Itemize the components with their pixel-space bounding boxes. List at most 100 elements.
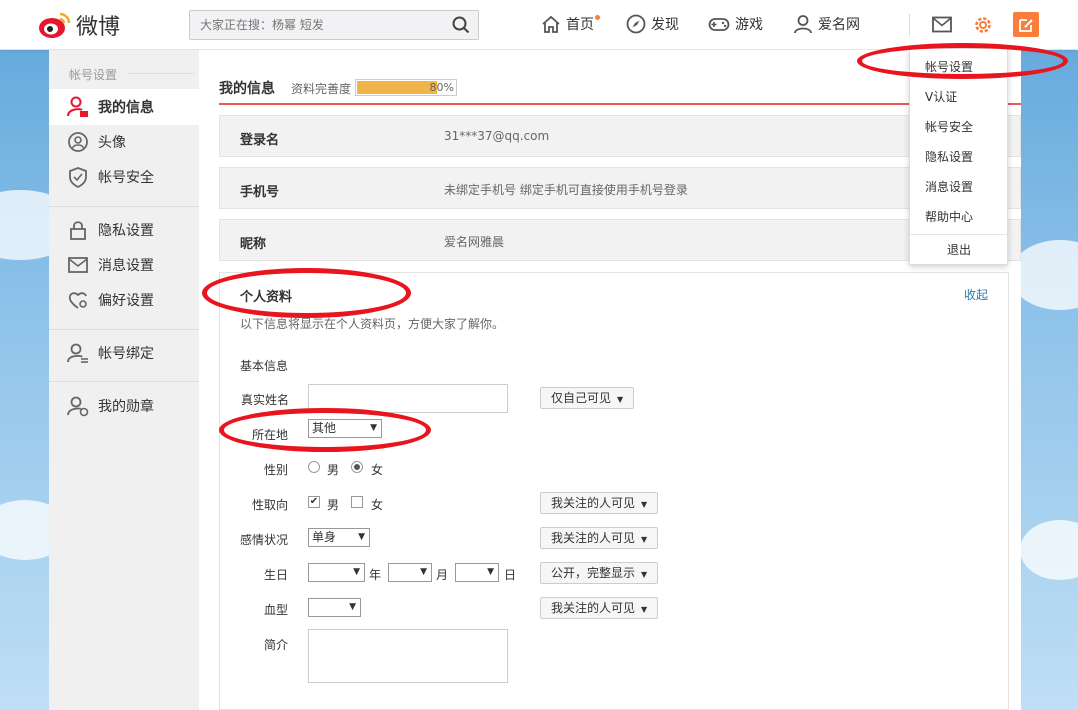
menu-item-logout[interactable]: 退出 (947, 241, 971, 258)
nav-home-label: 首页 (566, 17, 594, 33)
blood-type-select[interactable]: ▼ (308, 598, 361, 617)
blood-visibility-select[interactable]: 我关注的人可见 ▼ (540, 597, 659, 619)
birth-month-select[interactable]: ▼ (388, 563, 432, 582)
gender-female-label: 女 (371, 463, 384, 477)
menu-item-help[interactable]: 帮助中心 (925, 208, 973, 225)
menu-item-account-security[interactable]: 帐号安全 (925, 118, 973, 135)
birthday-visibility-select[interactable]: 公开，完整显示 ▼ (540, 562, 659, 584)
background-cloud (1020, 520, 1078, 580)
sidebar-item-messages[interactable]: 消息设置 (49, 247, 199, 283)
nav-discover-label: 发现 (651, 17, 679, 33)
top-bar: 微博 首页 发现 游戏 爱名 (0, 0, 1078, 50)
menu-divider (910, 234, 1009, 235)
nav-discover[interactable]: 发现 (626, 14, 679, 34)
gender-label: 性别 (263, 463, 288, 477)
home-icon (542, 15, 560, 33)
gear-icon[interactable] (972, 14, 994, 36)
nav-divider (909, 14, 910, 36)
search-box (189, 10, 479, 40)
day-unit: 日 (504, 568, 517, 582)
gamepad-icon (708, 18, 730, 31)
login-name-row: 登录名 31***37@qq.com (219, 115, 1021, 157)
message-icon (68, 257, 88, 273)
bio-textarea[interactable] (308, 629, 508, 683)
menu-item-messages[interactable]: 消息设置 (925, 178, 973, 195)
relationship-label: 感情状况 (239, 533, 288, 547)
completeness-progress-bar: 80% (355, 79, 457, 96)
logo-text: 微博 (76, 15, 121, 40)
collapse-link[interactable]: 收起 (964, 286, 988, 303)
sidebar-item-my-info[interactable]: 我的信息 (49, 89, 199, 125)
sidebar-item-account-security[interactable]: 帐号安全 (49, 159, 199, 195)
annotation-oval (857, 43, 1068, 79)
sidebar-item-privacy[interactable]: 隐私设置 (49, 212, 199, 248)
personal-profile-panel: 个人资料 收起 以下信息将显示在个人资料页，方便大家了解你。 基本信息 真实姓名… (219, 272, 1009, 710)
title-underline (219, 103, 1021, 105)
phone-row: 手机号 未绑定手机号 绑定手机可直接使用手机号登录 (219, 167, 1021, 209)
search-input[interactable] (190, 11, 440, 39)
login-name-value: 31***37@qq.com (444, 129, 550, 143)
compass-icon (626, 14, 646, 34)
phone-value: 未绑定手机号 绑定手机可直接使用手机号登录 (444, 183, 688, 197)
orientation-label: 性取向 (251, 498, 288, 512)
orientation-female-label: 女 (371, 498, 384, 512)
nav-user-label: 爱名网 (818, 17, 860, 33)
heart-gear-icon (68, 292, 87, 309)
gender-male-label: 男 (327, 463, 340, 477)
sidebar-item-binding[interactable]: 帐号绑定 (49, 335, 199, 371)
nav-home[interactable]: 首页 (541, 14, 594, 34)
menu-item-v-verify[interactable]: V认证 (925, 88, 957, 105)
mail-icon[interactable] (932, 16, 952, 33)
orientation-visibility-select[interactable]: 我关注的人可见 ▼ (540, 492, 659, 514)
sidebar-item-preferences[interactable]: 偏好设置 (49, 282, 199, 318)
nav-games-label: 游戏 (735, 17, 763, 33)
sidebar-item-avatar[interactable]: 头像 (49, 124, 199, 160)
orientation-male-label: 男 (327, 498, 340, 512)
relationship-visibility-select[interactable]: 我关注的人可见 ▼ (540, 527, 659, 549)
phone-label: 手机号 (240, 185, 280, 200)
user-lock-icon (67, 96, 88, 117)
weibo-logo[interactable]: 微博 (38, 9, 120, 41)
nickname-row: 昵称 爱名网雅晨 (219, 219, 1021, 261)
bio-label: 简介 (263, 638, 288, 652)
avatar-icon (68, 132, 88, 152)
annotation-oval (219, 408, 431, 452)
nav-user[interactable]: 爱名网 (793, 14, 860, 34)
sidebar-item-medals[interactable]: 我的勋章 (49, 388, 199, 424)
lock-icon (70, 221, 86, 240)
menu-item-privacy[interactable]: 隐私设置 (925, 148, 973, 165)
gender-male-radio[interactable] (308, 461, 320, 473)
user-link-icon (67, 343, 88, 363)
birth-year-select[interactable]: ▼ (308, 563, 365, 582)
progress-text: 80% (429, 81, 454, 94)
nickname-label: 昵称 (240, 237, 267, 252)
main-content: 我的信息 资料完善度 80% 登录名 31***37@qq.com 手机号 未绑… (199, 50, 1021, 710)
year-unit: 年 (369, 568, 382, 582)
progress-fill (357, 81, 437, 94)
sidebar-divider (49, 381, 199, 382)
nav-games[interactable]: 游戏 (708, 14, 763, 34)
search-icon[interactable] (452, 16, 470, 34)
medal-user-icon (67, 396, 89, 417)
sidebar-divider (49, 206, 199, 207)
profile-description: 以下信息将显示在个人资料页，方便大家了解你。 (240, 317, 505, 331)
real-name-visibility-select[interactable]: 仅自己可见 ▼ (540, 387, 635, 409)
settings-dropdown-menu: 帐号设置 V认证 帐号安全 隐私设置 消息设置 帮助中心 退出 (909, 48, 1009, 265)
edit-icon (1019, 18, 1033, 32)
compose-button[interactable] (1013, 12, 1039, 37)
page-title: 我的信息 (219, 81, 275, 97)
annotation-oval (202, 268, 411, 318)
notification-dot (595, 15, 600, 20)
sidebar-title-line (127, 73, 195, 74)
blood-type-label: 血型 (263, 603, 288, 617)
login-name-label: 登录名 (240, 133, 280, 148)
orientation-female-checkbox[interactable] (351, 496, 363, 508)
shield-icon (69, 167, 87, 188)
orientation-male-checkbox[interactable]: ✔ (308, 496, 320, 508)
gender-female-radio[interactable] (351, 461, 363, 473)
birth-day-select[interactable]: ▼ (455, 563, 499, 582)
completeness-label: 资料完善度 (291, 82, 352, 96)
sidebar-divider (49, 329, 199, 330)
weibo-eye-icon (39, 12, 71, 38)
relationship-select[interactable]: 单身 ▼ (308, 528, 370, 547)
